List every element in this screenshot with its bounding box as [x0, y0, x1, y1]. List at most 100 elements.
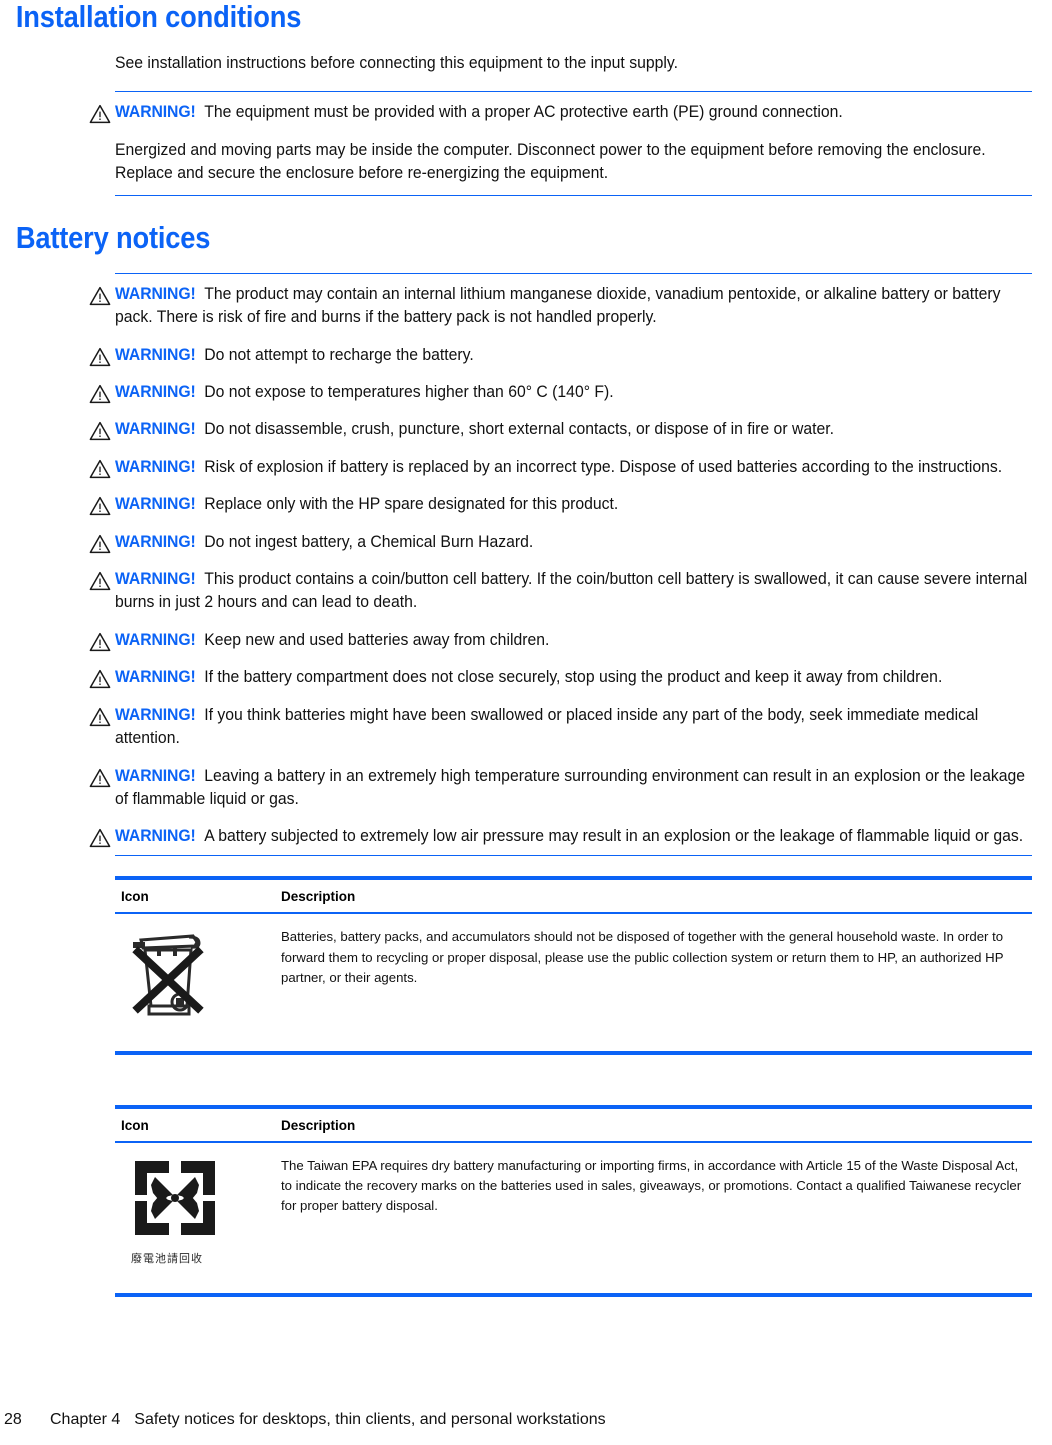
warning-triangle-icon [89, 459, 111, 479]
warning-label: WARNING! [115, 532, 196, 551]
warning-label: WARNING! [115, 457, 196, 476]
warning-triangle-icon [89, 632, 111, 652]
page-title-battery-notices: Battery notices [15, 219, 211, 255]
icon-description-table-recycling: Icon Description Batteries, battery pack… [115, 876, 1032, 1054]
warning-item: WARNING! Keep new and used batteries away… [89, 629, 1032, 652]
table-cell-description: The Taiwan EPA requires dry battery manu… [281, 1157, 1022, 1213]
table-header-icon: Icon [115, 878, 275, 915]
warning-triangle-icon [89, 347, 111, 367]
warning-triangle-icon [89, 571, 111, 591]
page-footer: 28 Chapter 4 Safety notices for desktops… [0, 1411, 1052, 1429]
warning-label: WARNING! [115, 284, 196, 303]
installation-intro-paragraph: See installation instructions before con… [115, 54, 678, 72]
taiwan-icon-caption: 廢電池請回收 [131, 1251, 203, 1265]
warning-text-line: WARNING! Do not attempt to recharge the b… [115, 344, 1030, 367]
installation-warning-group: WARNING! The equipment must be provided w… [89, 91, 1032, 196]
warning-text-line: WARNING! Do not expose to temperatures hi… [115, 381, 1030, 404]
warning-item: WARNING! A battery subjected to extremely… [89, 825, 1032, 848]
battery-warning-group: WARNING! The product may contain an inter… [89, 272, 1032, 849]
warning-text-line: WARNING! The equipment must be provided w… [115, 101, 1030, 124]
table-header-row: Icon Description [115, 878, 1032, 915]
warning-body: Do not ingest battery, a Chemical Burn H… [204, 532, 534, 551]
warning-label: WARNING! [115, 827, 196, 846]
table-header-icon: Icon [115, 1106, 275, 1143]
warning-text-line: WARNING! Leaving a battery in an extremel… [115, 765, 1030, 812]
warning-body: Leaving a battery in an extremely high t… [115, 766, 1026, 809]
warning-body: A battery subjected to extremely low air… [204, 827, 1024, 846]
warning-label: WARNING! [115, 668, 196, 687]
warning-item: WARNING! Risk of explosion if battery is … [89, 456, 1032, 479]
warning-text-line: WARNING! Do not ingest battery, a Chemica… [115, 531, 1030, 554]
warning-text-line: WARNING! Risk of explosion if battery is … [115, 456, 1030, 479]
warning-triangle-icon [89, 669, 111, 689]
table-row: Batteries, battery packs, and accumulato… [115, 913, 1032, 1053]
warning-item: WARNING! Do not expose to temperatures hi… [89, 381, 1032, 404]
warning-item: WARNING! This product contains a coin/but… [89, 568, 1032, 615]
warning-triangle-icon [89, 421, 111, 441]
warning-label: WARNING! [115, 345, 196, 364]
footer-chapter: Chapter 4 [50, 1411, 121, 1428]
warning-label: WARNING! [115, 495, 196, 514]
battery-body: WARNING! The product may contain an inter… [0, 272, 1052, 849]
table-header-row: Icon Description [115, 1106, 1032, 1143]
footer-chapter-title: Safety notices for desktops, thin client… [134, 1411, 606, 1428]
document-page: Installation conditions See installation… [0, 0, 1052, 1445]
page-title-installation-conditions: Installation conditions [15, 0, 302, 34]
warning-body: The equipment must be provided with a pr… [204, 103, 843, 122]
warning-item: WARNING! Leaving a battery in an extremel… [89, 765, 1032, 812]
warning-label: WARNING! [115, 630, 196, 649]
warning-triangle-icon [89, 496, 111, 516]
warning-body: Keep new and used batteries away from ch… [204, 630, 550, 649]
warning-text-line: WARNING! If you think batteries might hav… [115, 704, 1030, 751]
warning-body: Do not disassemble, crush, puncture, sho… [204, 420, 834, 439]
warning-triangle-icon [89, 768, 111, 788]
warning-text-line: WARNING! Do not disassemble, crush, punct… [115, 418, 1030, 441]
warning-body: Risk of explosion if battery is replaced… [204, 457, 1003, 476]
warning-text-line: WARNING! If the battery compartment does … [115, 666, 1030, 689]
warning-text-line: WARNING! Replace only with the HP spare d… [115, 493, 1030, 516]
warning-item: WARNING! Replace only with the HP spare d… [89, 493, 1032, 516]
warning-triangle-icon [89, 384, 111, 404]
warning-item: WARNING! Do not ingest battery, a Chemica… [89, 531, 1032, 554]
warning-item: WARNING! Do not disassemble, crush, punct… [89, 418, 1032, 441]
warning-label: WARNING! [115, 103, 196, 122]
warning-label: WARNING! [115, 705, 196, 724]
footer-page-number: 28 [4, 1411, 22, 1428]
warning-body: If the battery compartment does not clos… [204, 668, 943, 687]
taiwan-battery-recycling-icon [129, 1155, 275, 1247]
warning-body: This product contains a coin/button cell… [115, 570, 1028, 612]
warning-triangle-icon [89, 828, 111, 848]
warning-label: WARNING! [115, 766, 196, 785]
warning-item: WARNING! The equipment must be provided w… [89, 101, 1032, 124]
taiwan-battery-recycling-icon-cell: 廢電池請回收 [115, 1142, 275, 1296]
warning-label: WARNING! [115, 420, 196, 439]
warning-body: The product may contain an internal lith… [115, 284, 1001, 327]
battery-notices-section: Battery notices [0, 222, 1052, 253]
warning-text-line: WARNING! A battery subjected to extremely… [115, 825, 1030, 848]
warning-item: WARNING! If the battery compartment does … [89, 666, 1032, 689]
installation-followup-paragraph: Energized and moving parts may be inside… [115, 140, 986, 183]
warning-body: If you think batteries might have been s… [115, 705, 979, 748]
warning-triangle-icon [89, 534, 111, 554]
table-cell-description: Batteries, battery packs, and accumulato… [281, 929, 1004, 985]
warning-body: Do not attempt to recharge the battery. [204, 345, 474, 364]
